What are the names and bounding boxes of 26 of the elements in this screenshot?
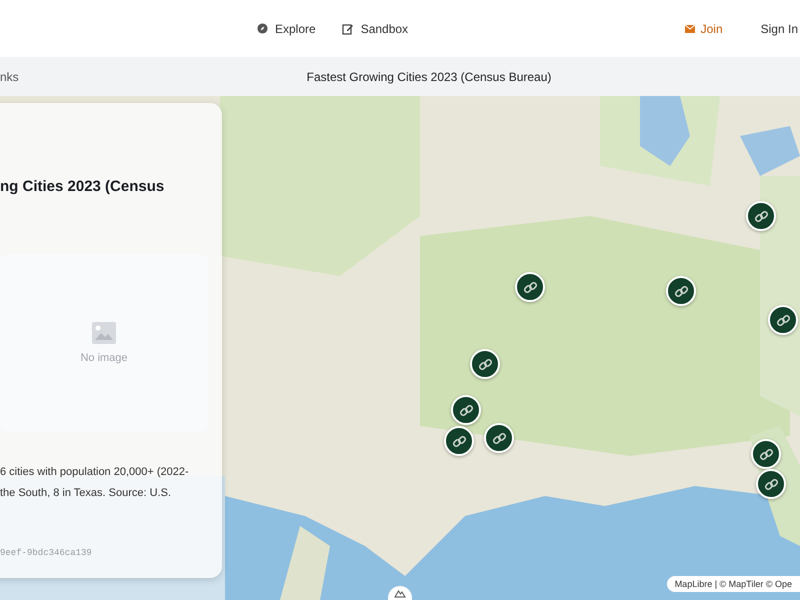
link-icon: [452, 434, 466, 448]
compass-icon: [257, 23, 268, 34]
mountain-icon: [394, 589, 406, 598]
link-icon: [674, 284, 688, 298]
edit-icon: [342, 22, 354, 34]
no-image-label: No image: [80, 352, 128, 364]
sign-in-link[interactable]: Sign In: [760, 22, 798, 36]
nav-link[interactable]: Sandbox: [342, 22, 408, 36]
links-tab[interactable]: nks: [0, 70, 19, 84]
envelope-icon: [684, 24, 695, 32]
link-icon: [760, 448, 772, 460]
link-icon: [492, 432, 506, 444]
link-icon: [776, 314, 790, 326]
link-icon: [460, 404, 472, 416]
panel-description: 6 cities with population 20,000+ (2022- the South, 8 in Texas. Source: U.S.: [0, 465, 190, 501]
nav-link[interactable]: Explore: [257, 22, 316, 36]
image-icon: [92, 322, 116, 344]
panel-heading: ng Cities 2023 (Census: [0, 178, 166, 195]
dataset-id: 9eef-9bdc346ca139: [0, 548, 93, 558]
map-attribution: MapLibre | © MapTiler © Ope: [666, 576, 800, 592]
link-icon: [764, 478, 778, 490]
join-link[interactable]: Join: [684, 22, 723, 36]
link-icon: [478, 358, 492, 370]
link-icon: [754, 210, 768, 222]
link-icon: [524, 280, 536, 294]
page-title: Fastest Growing Cities 2023 (Census Bureau): [306, 70, 552, 84]
